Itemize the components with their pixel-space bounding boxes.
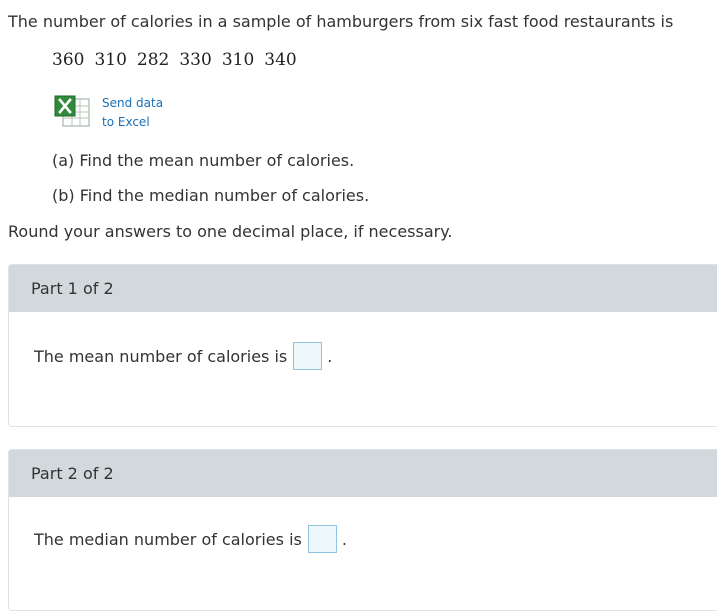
send-to-excel-line2[interactable]: to Excel [102,113,163,132]
median-answer-input[interactable] [307,525,337,553]
data-value: 330 [179,50,212,70]
data-value: 360 [52,50,85,70]
send-to-excel-link[interactable]: Send data to Excel [102,94,163,132]
median-prompt: The median number of calories is [34,529,302,549]
data-value: 282 [136,50,170,70]
part-1-header: Part 1 of 2 [9,265,717,312]
data-value: 310 [94,50,127,70]
send-to-excel-line1[interactable]: Send data [102,94,163,113]
part-2-answer-line: The median number of calories is . [34,525,347,553]
question-a: (a) Find the mean number of calories. [52,151,355,170]
mean-period: . [327,346,333,366]
data-value: 310 [221,50,255,70]
part-2-title: Part 2 of 2 [31,464,114,483]
part-2-panel: Part 2 of 2 The median number of calorie… [8,449,717,611]
mean-prompt: The mean number of calories is [34,346,288,366]
rounding-instruction: Round your answers to one decimal place,… [8,222,453,241]
data-values: 360 310 282 330 310 340 [52,50,297,70]
send-to-excel[interactable]: Send data to Excel [54,95,163,132]
median-period: . [341,529,347,549]
problem-statement: The number of calories in a sample of ha… [8,12,674,31]
part-1-title: Part 1 of 2 [31,279,114,298]
data-value: 340 [264,50,297,70]
part-1-panel: Part 1 of 2 The mean number of calories … [8,264,717,427]
part-2-header: Part 2 of 2 [9,450,717,497]
excel-icon[interactable] [54,95,92,129]
question-b: (b) Find the median number of calories. [52,186,370,205]
mean-answer-input[interactable] [293,342,323,370]
part-1-answer-line: The mean number of calories is . [34,342,332,370]
